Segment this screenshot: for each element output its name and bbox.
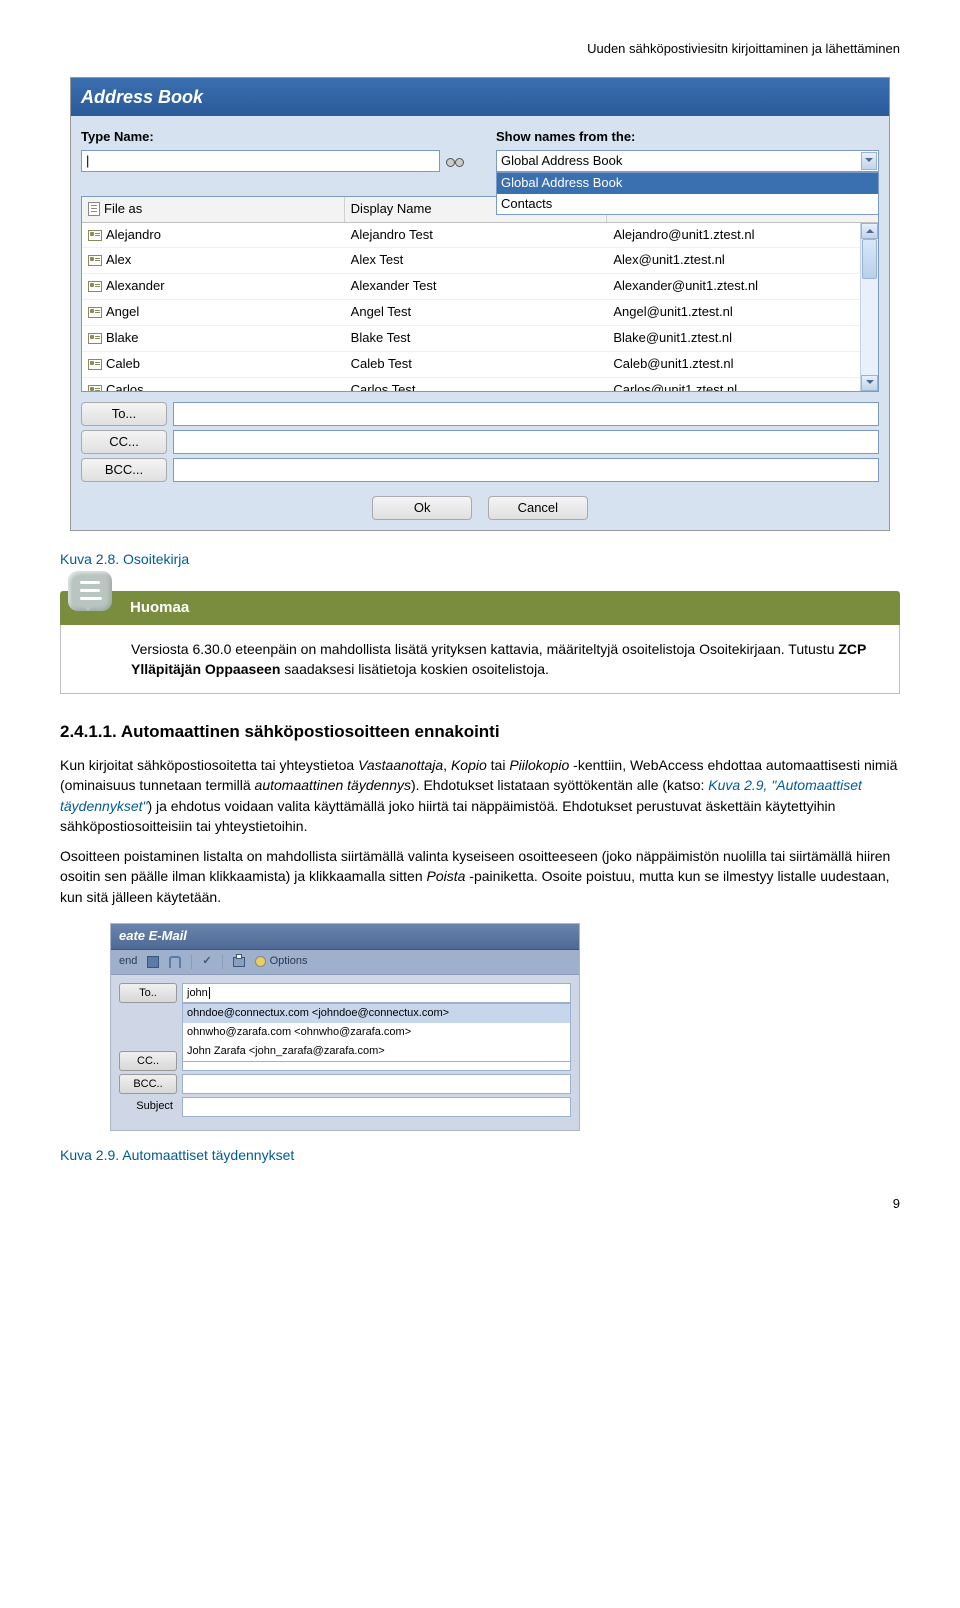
table-row[interactable]: AngelAngel TestAngel@unit1.ztest.nl (82, 300, 878, 326)
show-names-label: Show names from the: (496, 128, 879, 147)
note-box: Huomaa Versiosta 6.30.0 eteenpäin on mah… (60, 591, 900, 694)
scrollbar[interactable] (860, 223, 878, 391)
send-button[interactable]: end (119, 954, 137, 970)
to-button[interactable]: To... (81, 402, 167, 426)
table-row[interactable]: BlakeBlake TestBlake@unit1.ztest.nl (82, 326, 878, 352)
scroll-down-icon[interactable] (861, 375, 878, 391)
compose-toolbar: end ✓ Options (111, 950, 579, 975)
figure-caption-ab: Kuva 2.8. Osoitekirja (60, 549, 900, 569)
contact-card-icon (88, 255, 102, 266)
note-body: Versiosta 6.30.0 eteenpäin on mahdollist… (60, 625, 900, 695)
compose-window-title: eate E-Mail (111, 924, 579, 950)
compose-bcc-field[interactable] (182, 1074, 571, 1094)
page-number: 9 (60, 1195, 900, 1214)
autocomplete-screenshot: eate E-Mail end ✓ Options To.. john ohnd… (110, 923, 580, 1131)
scroll-up-icon[interactable] (861, 223, 878, 239)
table-row[interactable]: AlexanderAlexander TestAlexander@unit1.z… (82, 274, 878, 300)
cc-field[interactable] (173, 430, 879, 454)
paragraph-1: Kun kirjoitat sähköpostiosoitetta tai yh… (60, 755, 900, 836)
running-header: Uuden sähköpostiviesitn kirjoittaminen j… (60, 40, 900, 59)
figure-caption-ac: Kuva 2.9. Automaattiset täydennykset (60, 1145, 900, 1165)
table-row[interactable]: AlexAlex TestAlex@unit1.ztest.nl (82, 248, 878, 274)
col-file-as[interactable]: File as (82, 197, 345, 222)
bcc-field[interactable] (173, 458, 879, 482)
table-row[interactable]: CarlosCarlos TestCarlos@unit1.ztest.nl (82, 378, 878, 391)
contact-card-icon (88, 385, 102, 391)
compose-cc-button[interactable]: CC.. (119, 1051, 177, 1071)
toolbar-divider (222, 955, 223, 969)
contact-card-icon (88, 359, 102, 370)
table-row[interactable]: CalebCaleb TestCaleb@unit1.ztest.nl (82, 352, 878, 378)
scroll-thumb[interactable] (862, 239, 877, 279)
table-row[interactable]: AlejandroAlejandro TestAlejandro@unit1.z… (82, 223, 878, 249)
address-book-select[interactable]: Global Address Book (496, 150, 879, 172)
toolbar-divider (191, 955, 192, 969)
subject-label: Subject (119, 1099, 177, 1115)
binoculars-icon[interactable] (446, 154, 464, 168)
face-icon (255, 956, 266, 967)
address-book-dropdown: Global Address Book Contacts (496, 172, 879, 216)
contact-card-icon (88, 281, 102, 292)
type-name-input[interactable] (81, 150, 440, 172)
section-heading: 2.4.1.1. Automaattinen sähköpostiosoitte… (60, 720, 900, 745)
compose-bcc-button[interactable]: BCC.. (119, 1074, 177, 1094)
dropdown-item[interactable]: Contacts (497, 194, 878, 215)
cc-button[interactable]: CC... (81, 430, 167, 454)
print-icon[interactable] (233, 957, 245, 967)
contact-card-icon (88, 333, 102, 344)
to-field[interactable] (173, 402, 879, 426)
dropdown-item[interactable]: Global Address Book (497, 173, 878, 194)
contact-card-icon (88, 307, 102, 318)
note-title: Huomaa (60, 591, 900, 625)
text-cursor-icon (209, 987, 210, 999)
paragraph-2: Osoitteen poistaminen listalta on mahdol… (60, 846, 900, 907)
attach-icon[interactable] (169, 956, 181, 968)
compose-to-button[interactable]: To.. (119, 983, 177, 1003)
autocomplete-item[interactable]: ohndoe@connectux.com <johndoe@connectux.… (183, 1004, 570, 1023)
compose-subject-field[interactable] (182, 1097, 571, 1117)
save-icon[interactable] (147, 956, 159, 968)
contacts-table: File as Display Name AlejandroAlejandro … (81, 196, 879, 392)
compose-to-field[interactable]: john ohndoe@connectux.com <johndoe@conne… (182, 983, 571, 1003)
autocomplete-list: ohndoe@connectux.com <johndoe@connectux.… (182, 1003, 571, 1062)
address-book-window: Address Book Type Name: Show names from … (70, 77, 890, 531)
col-file-as-label: File as (104, 200, 142, 219)
address-book-title: Address Book (71, 78, 889, 116)
options-button[interactable]: Options (255, 954, 308, 970)
document-icon (88, 202, 100, 216)
ok-button[interactable]: Ok (372, 496, 472, 520)
cancel-button[interactable]: Cancel (488, 496, 588, 520)
check-icon[interactable]: ✓ (202, 954, 211, 970)
autocomplete-item[interactable]: John Zarafa <john_zarafa@zarafa.com> (183, 1042, 570, 1061)
contact-card-icon (88, 230, 102, 241)
chevron-down-icon[interactable] (861, 152, 877, 170)
bcc-button[interactable]: BCC... (81, 458, 167, 482)
speech-bubble-icon (68, 571, 112, 611)
type-name-label: Type Name: (81, 128, 464, 147)
autocomplete-item[interactable]: ohnwho@zarafa.com <ohnwho@zarafa.com> (183, 1023, 570, 1042)
